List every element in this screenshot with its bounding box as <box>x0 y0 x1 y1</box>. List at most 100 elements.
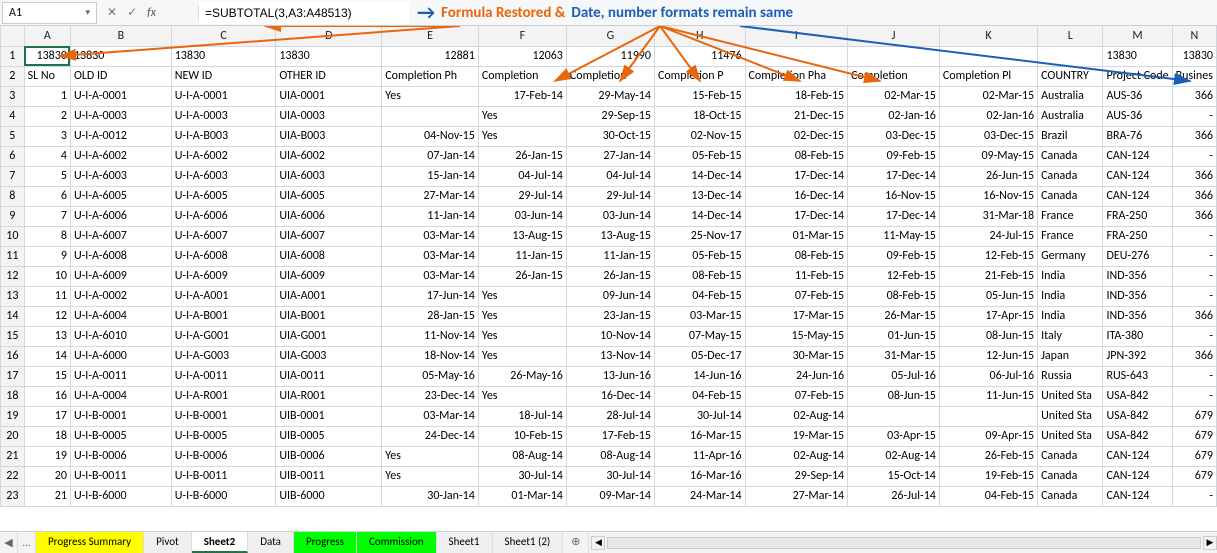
cell[interactable]: 14-Jun-16 <box>654 366 745 386</box>
cell[interactable]: 27-Mar-14 <box>745 486 848 506</box>
cell[interactable]: 26-Jan-15 <box>478 266 566 286</box>
cell[interactable]: 11-Jan-15 <box>566 246 654 266</box>
cell[interactable]: CAN-124 <box>1103 446 1172 466</box>
cell[interactable]: U-I-B-0006 <box>70 446 171 466</box>
cell[interactable]: 13 <box>24 326 70 346</box>
cell[interactable]: 13-Aug-15 <box>478 226 566 246</box>
cell[interactable]: - <box>1172 366 1216 386</box>
cell[interactable]: U-I-A-6002 <box>70 146 171 166</box>
cell[interactable]: Yes <box>382 446 479 466</box>
row-header[interactable]: 1 <box>1 46 25 66</box>
cell[interactable]: 11 <box>24 286 70 306</box>
cell[interactable]: OLD ID <box>70 66 171 86</box>
cell[interactable]: 03-Mar-14 <box>382 246 479 266</box>
cell[interactable]: 13-Nov-14 <box>566 346 654 366</box>
cell[interactable]: U-I-A-6004 <box>70 306 171 326</box>
cell[interactable]: 13830 <box>24 46 70 66</box>
cell[interactable]: - <box>1172 486 1216 506</box>
cell[interactable]: 11-Jan-14 <box>382 206 479 226</box>
cell[interactable]: 4 <box>24 146 70 166</box>
cell[interactable]: ITA-380 <box>1103 326 1172 346</box>
cell[interactable]: 14 <box>24 346 70 366</box>
cell[interactable]: 03-Mar-14 <box>382 266 479 286</box>
cell[interactable]: U-I-A-G003 <box>171 346 276 366</box>
cell[interactable]: 04-Jul-14 <box>566 166 654 186</box>
cell[interactable]: UIA-G001 <box>276 326 382 346</box>
cell[interactable]: India <box>1038 306 1103 326</box>
cell[interactable]: 01-Mar-14 <box>478 486 566 506</box>
cell[interactable]: 13830 <box>171 46 276 66</box>
cell[interactable]: 29-Jul-14 <box>478 186 566 206</box>
cell[interactable]: Canada <box>1038 446 1103 466</box>
cell[interactable]: 02-Aug-14 <box>745 406 848 426</box>
cell[interactable]: UIA-0003 <box>276 106 382 126</box>
cell[interactable]: 05-Feb-15 <box>654 146 745 166</box>
cell[interactable]: Yes <box>478 126 566 146</box>
cell[interactable]: Germany <box>1038 246 1103 266</box>
cell[interactable]: 12-Feb-15 <box>848 266 940 286</box>
cell[interactable]: 20 <box>24 466 70 486</box>
cell[interactable]: 29-Sep-15 <box>566 106 654 126</box>
cell[interactable]: U-I-A-R001 <box>171 386 276 406</box>
cell[interactable]: U-I-A-6006 <box>70 206 171 226</box>
cell[interactable]: 21 <box>24 486 70 506</box>
corner-cell[interactable] <box>1 26 25 46</box>
cell[interactable]: UIA-6007 <box>276 226 382 246</box>
cell[interactable]: U-I-A-B003 <box>171 126 276 146</box>
cell[interactable]: 11-Nov-14 <box>382 326 479 346</box>
cell[interactable]: 13-Aug-15 <box>566 226 654 246</box>
cell[interactable]: 8 <box>24 226 70 246</box>
cell[interactable]: - <box>1172 286 1216 306</box>
row-header[interactable]: 23 <box>1 486 25 506</box>
cell[interactable]: 31-Mar-18 <box>939 206 1037 226</box>
cell[interactable]: RUS-643 <box>1103 366 1172 386</box>
cell[interactable]: Completion Pl <box>939 66 1037 86</box>
cell[interactable]: United Sta <box>1038 426 1103 446</box>
cell[interactable]: U-I-A-6008 <box>171 246 276 266</box>
add-sheet-button[interactable]: ⊕ <box>563 532 588 553</box>
cell[interactable]: Australia <box>1038 86 1103 106</box>
spreadsheet-grid[interactable]: ABCDEFGHIJKLMN 1138301383013830138301288… <box>0 26 1217 507</box>
cell[interactable]: 16-Nov-15 <box>939 186 1037 206</box>
cell[interactable]: 17-Dec-14 <box>848 206 940 226</box>
cell[interactable]: 02-Dec-15 <box>745 126 848 146</box>
row-header[interactable]: 19 <box>1 406 25 426</box>
tab-data[interactable]: Data <box>248 532 294 553</box>
name-box[interactable]: A1 ▾ <box>2 2 97 24</box>
cell[interactable]: 29-May-14 <box>566 86 654 106</box>
cell[interactable]: U-I-B-6000 <box>171 486 276 506</box>
cell[interactable]: Completion <box>566 66 654 86</box>
cell[interactable]: 02-Jan-16 <box>848 106 940 126</box>
cell[interactable]: 3 <box>24 126 70 146</box>
cell[interactable]: U-I-A-6008 <box>70 246 171 266</box>
cell[interactable]: 07-May-15 <box>654 326 745 346</box>
cell[interactable]: 03-Dec-15 <box>939 126 1037 146</box>
cell[interactable]: - <box>1172 226 1216 246</box>
cell[interactable]: 08-Feb-15 <box>848 286 940 306</box>
cell[interactable]: 17-Mar-15 <box>745 306 848 326</box>
cell[interactable]: USA-842 <box>1103 406 1172 426</box>
row-header[interactable]: 2 <box>1 66 25 86</box>
tab-sheet1-2-[interactable]: Sheet1 (2) <box>493 532 564 553</box>
row-header[interactable]: 18 <box>1 386 25 406</box>
cell[interactable]: UIA-6003 <box>276 166 382 186</box>
cell[interactable]: 1 <box>24 86 70 106</box>
row-header[interactable]: 10 <box>1 226 25 246</box>
cell[interactable]: Canada <box>1038 186 1103 206</box>
cell[interactable]: U-I-A-0003 <box>70 106 171 126</box>
cell[interactable]: 09-Jun-14 <box>566 286 654 306</box>
cell[interactable]: 15 <box>24 366 70 386</box>
cell[interactable]: 09-Apr-15 <box>939 426 1037 446</box>
cell[interactable]: Completion <box>478 66 566 86</box>
cell[interactable]: 5 <box>24 166 70 186</box>
cell[interactable]: IND-356 <box>1103 306 1172 326</box>
cell[interactable]: 13-Jun-16 <box>566 366 654 386</box>
cell[interactable]: UIA-6002 <box>276 146 382 166</box>
cell[interactable]: 11-May-15 <box>848 226 940 246</box>
cell[interactable]: 08-Jun-15 <box>848 386 940 406</box>
cell[interactable]: U-I-A-0001 <box>171 86 276 106</box>
cell[interactable]: 05-Jul-16 <box>848 366 940 386</box>
cell[interactable]: UIA-6006 <box>276 206 382 226</box>
cell[interactable]: USA-842 <box>1103 426 1172 446</box>
cell[interactable]: 17-Apr-15 <box>939 306 1037 326</box>
